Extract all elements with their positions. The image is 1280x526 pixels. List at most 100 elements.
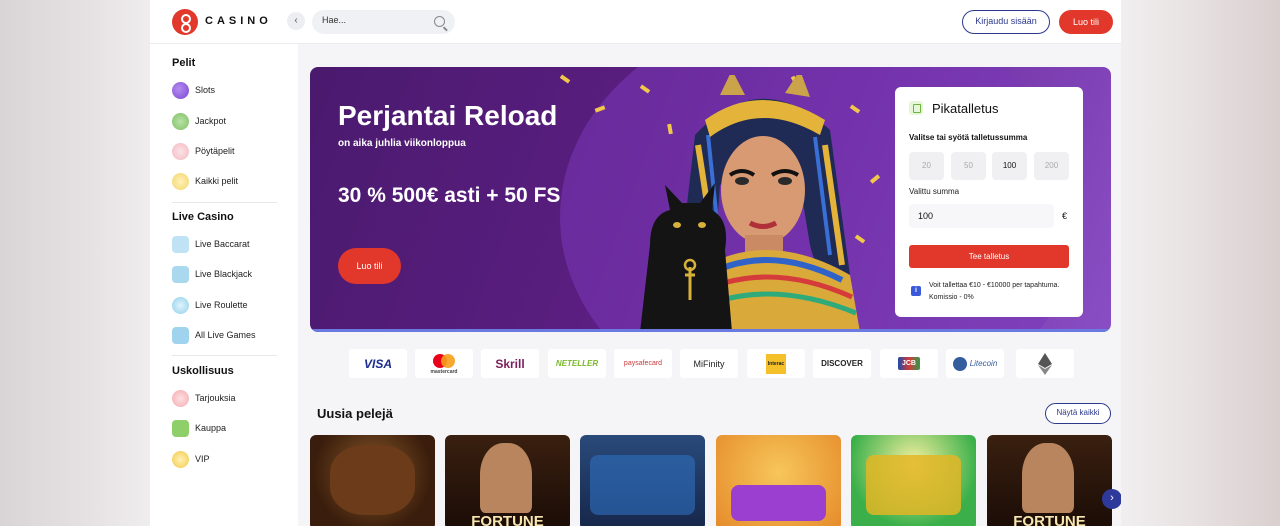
payment-paysafecard-logo: paysafecard bbox=[614, 349, 672, 378]
game-tile-emoji-riches[interactable] bbox=[716, 435, 841, 526]
amount-option-200[interactable]: 200 bbox=[1034, 152, 1069, 180]
sidebar-item-all-live-games[interactable]: All Live Games bbox=[172, 326, 282, 346]
shop-icon bbox=[172, 420, 189, 437]
all-games-icon bbox=[172, 173, 189, 190]
sidebar-item-offers[interactable]: Tarjouksia bbox=[172, 389, 282, 409]
amount-option-100[interactable]: 100 bbox=[992, 152, 1027, 180]
search-input[interactable] bbox=[322, 15, 422, 25]
sidebar-item-all-games[interactable]: Kaikki pelit bbox=[172, 172, 282, 192]
amount-option-50[interactable]: 50 bbox=[951, 152, 986, 180]
payment-jcb-logo: JCB bbox=[880, 349, 938, 378]
game-art bbox=[330, 445, 415, 515]
quick-deposit-card: Pikatalletus Valitse tai syötä talletuss… bbox=[895, 87, 1083, 317]
litecoin-icon bbox=[952, 356, 967, 371]
sidebar-item-label: Jackpot bbox=[195, 116, 227, 126]
background-left bbox=[0, 0, 150, 526]
casino-logo-icon[interactable] bbox=[172, 9, 198, 35]
sidebar-item-label: Live Roulette bbox=[195, 300, 248, 310]
casino-app: CASINO ‹ Kirjaudu sisään Luo tili Pelit … bbox=[150, 0, 1121, 526]
sidebar-heading-live-casino: Live Casino bbox=[172, 211, 234, 223]
cleopatra-illustration bbox=[640, 75, 860, 332]
banner-title: Perjantai Reload bbox=[338, 100, 558, 131]
deposit-info-text: Voit tallettaa €10 - €10000 per tapahtum… bbox=[929, 282, 1060, 301]
payment-skrill-logo: Skrill bbox=[481, 349, 539, 378]
deposit-choose-label: Valitse tai syötä talletussumma bbox=[909, 133, 1028, 142]
game-tile-super-cash-drop[interactable] bbox=[851, 435, 976, 526]
game-tile-fortune[interactable]: FORTUNE bbox=[445, 435, 570, 526]
confetti bbox=[559, 74, 571, 84]
background-right bbox=[1120, 0, 1280, 526]
wallet-icon bbox=[909, 101, 923, 115]
payment-mastercard-logo: mastercard bbox=[415, 349, 473, 378]
sidebar-item-label: Live Baccarat bbox=[195, 239, 250, 249]
payment-neteller-logo: NETELLER bbox=[548, 349, 606, 378]
sidebar-item-slots[interactable]: Slots bbox=[172, 81, 282, 101]
game-title: FORTUNE bbox=[471, 513, 544, 526]
deposit-title: Pikatalletus bbox=[932, 101, 999, 116]
sidebar-item-label: All Live Games bbox=[195, 330, 256, 340]
sidebar-item-table-games[interactable]: Pöytäpelit bbox=[172, 142, 282, 162]
payment-litecoin-label: Litecoin bbox=[969, 359, 998, 368]
banner-register-button[interactable]: Luo tili bbox=[338, 248, 401, 284]
game-art bbox=[1022, 443, 1074, 513]
sidebar-item-live-blackjack[interactable]: Live Blackjack bbox=[172, 265, 282, 285]
sidebar-item-label: Pöytäpelit bbox=[195, 146, 235, 156]
deposit-amount-input[interactable]: 100 bbox=[909, 204, 1054, 228]
sidebar-divider bbox=[172, 355, 277, 356]
game-art bbox=[866, 455, 961, 515]
game-tile-captain-blackjack[interactable] bbox=[580, 435, 705, 526]
game-tile-fortune-2[interactable]: FORTUNE bbox=[987, 435, 1112, 526]
sidebar-item-label: VIP bbox=[195, 454, 210, 464]
currency-symbol: € bbox=[1062, 211, 1068, 221]
banner-progress-bar bbox=[310, 329, 1111, 332]
payment-jcb-label: JCB bbox=[897, 357, 920, 370]
game-art bbox=[731, 485, 826, 521]
sidebar-item-jackpot[interactable]: Jackpot bbox=[172, 112, 282, 132]
logo-text[interactable]: CASINO bbox=[205, 15, 272, 27]
jackpot-icon bbox=[172, 113, 189, 130]
sidebar-item-label: Kauppa bbox=[195, 423, 227, 433]
payment-discover-logo: DISCOVER bbox=[813, 349, 871, 378]
make-deposit-button[interactable]: Tee talletus bbox=[909, 245, 1069, 268]
payment-interac-logo: Interac bbox=[747, 349, 805, 378]
baccarat-icon bbox=[172, 236, 189, 253]
carousel-next-icon[interactable]: › bbox=[1102, 489, 1121, 509]
sidebar: Pelit Slots Jackpot Pöytäpelit Kaikki pe… bbox=[150, 44, 298, 526]
search-icon[interactable] bbox=[434, 16, 445, 27]
slots-icon bbox=[172, 82, 189, 99]
banner-subtitle: on aika juhlia viikonloppua bbox=[338, 138, 466, 149]
sidebar-heading-loyalty: Uskollisuus bbox=[172, 365, 234, 377]
payment-litecoin-logo: Litecoin bbox=[946, 349, 1004, 378]
gift-icon bbox=[172, 390, 189, 407]
sidebar-item-shop[interactable]: Kauppa bbox=[172, 419, 282, 439]
register-button[interactable]: Luo tili bbox=[1059, 10, 1113, 34]
roulette-icon bbox=[172, 297, 189, 314]
new-games-title: Uusia pelejä bbox=[317, 406, 393, 421]
sidebar-item-label: Tarjouksia bbox=[195, 393, 236, 403]
login-button[interactable]: Kirjaudu sisään bbox=[962, 10, 1050, 34]
payment-interac-label: Interac bbox=[766, 353, 786, 374]
payment-mastercard-label: mastercard bbox=[430, 368, 458, 375]
game-art bbox=[590, 455, 695, 515]
sidebar-heading-games: Pelit bbox=[172, 57, 196, 69]
sidebar-item-live-roulette[interactable]: Live Roulette bbox=[172, 296, 282, 316]
sidebar-divider bbox=[172, 202, 277, 203]
mastercard-icon bbox=[433, 353, 455, 368]
amount-option-20[interactable]: 20 bbox=[909, 152, 944, 180]
sidebar-item-live-baccarat[interactable]: Live Baccarat bbox=[172, 235, 282, 255]
see-all-button[interactable]: Näytä kaikki bbox=[1045, 403, 1111, 424]
crown-icon bbox=[172, 451, 189, 468]
payment-ethereum-logo bbox=[1016, 349, 1074, 378]
live-games-icon bbox=[172, 327, 189, 344]
payment-visa-logo: VISA bbox=[349, 349, 407, 378]
search-box[interactable] bbox=[312, 10, 455, 34]
sidebar-item-vip[interactable]: VIP bbox=[172, 450, 282, 470]
sidebar-item-label: Live Blackjack bbox=[195, 269, 253, 279]
payment-mifinity-logo: MiFinity bbox=[680, 349, 738, 378]
info-icon: i bbox=[911, 286, 921, 296]
collapse-sidebar-button[interactable]: ‹ bbox=[287, 12, 305, 30]
ethereum-icon bbox=[1038, 352, 1052, 375]
selected-amount-label: Valittu summa bbox=[909, 187, 960, 196]
game-tile-book-of-ra[interactable] bbox=[310, 435, 435, 526]
banner-offer: 30 % 500€ asti + 50 FS bbox=[338, 184, 561, 207]
